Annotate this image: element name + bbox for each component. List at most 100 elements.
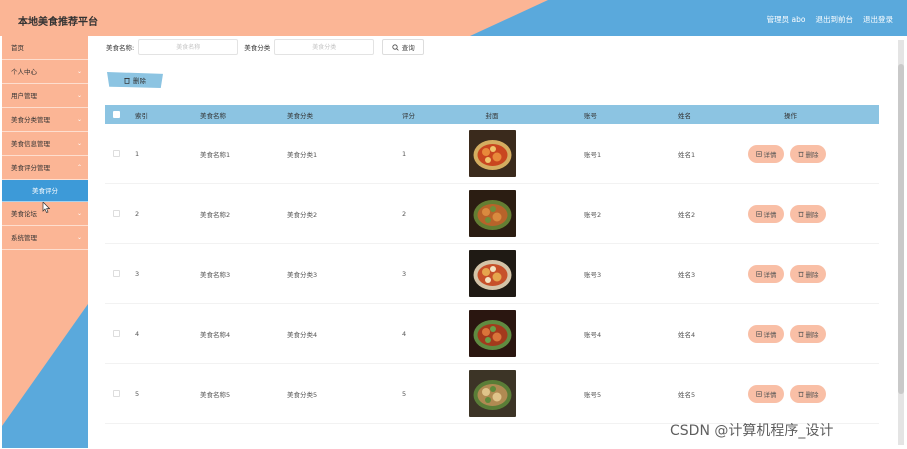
sidebar: 首页 个人中心 ⌄ 用户管理 ⌄ 美食分类管理 ⌄ 美食信息管理 ⌄ 美食评分管理 ⌃ 美…: [2, 36, 88, 448]
cell-actions: 详情 删除: [722, 264, 879, 283]
table-row: 4 美食名称4 美食分类4 4 账号4 姓名4 详情 删除: [105, 304, 879, 364]
row-checkbox[interactable]: [112, 330, 120, 337]
cell-account: 账号4: [584, 330, 602, 339]
detail-button[interactable]: 详情: [748, 384, 784, 403]
trash-icon: [797, 271, 804, 277]
watermark: CSDN @计算机程序_设计: [670, 423, 834, 439]
cell-food-name: 美食名称5: [200, 390, 231, 399]
detail-button[interactable]: 详情: [748, 324, 784, 343]
cell-name: 姓名2: [678, 210, 696, 219]
scrollbar-thumb[interactable]: [898, 64, 904, 394]
chevron-down-icon: ⌄: [76, 92, 82, 99]
sidebar-item-profile[interactable]: 个人中心 ⌄: [2, 60, 88, 84]
back-to-front-link[interactable]: 退出到前台: [816, 14, 854, 25]
cell-name: 姓名3: [678, 270, 696, 279]
header-index: 索引: [135, 111, 148, 120]
sidebar-item-food-category[interactable]: 美食分类管理 ⌄: [2, 108, 88, 132]
cell-index: 4: [135, 329, 140, 338]
document-icon: [755, 150, 762, 157]
table-row: 5 美食名称5 美食分类5 5 账号5 姓名5 详情 删除: [105, 364, 879, 424]
mouse-pointer-icon: [42, 202, 50, 213]
cell-score: 1: [402, 149, 407, 158]
sidebar-menu: 首页 个人中心 ⌄ 用户管理 ⌄ 美食分类管理 ⌄ 美食信息管理 ⌄ 美食评分管理 ⌃ 美…: [2, 36, 88, 250]
query-button-label: 查询: [401, 44, 415, 52]
cell-actions: 详情 删除: [722, 144, 879, 163]
detail-button-label: 详情: [763, 330, 777, 339]
select-all-cell: [105, 111, 127, 118]
food-category-label: 美食分类: [244, 44, 271, 52]
sidebar-item-system[interactable]: 系统管理 ⌄: [2, 226, 88, 250]
header-name: 姓名: [678, 111, 691, 120]
row-checkbox[interactable]: [112, 150, 120, 157]
document-icon: [755, 270, 762, 277]
cell-account: 账号1: [584, 150, 602, 159]
delete-button[interactable]: 删除: [790, 324, 826, 343]
detail-button-label: 详情: [763, 150, 777, 159]
delete-button[interactable]: 删除: [790, 204, 826, 223]
admin-label: 管理员 abo: [766, 15, 806, 24]
cell-account: 账号2: [584, 210, 602, 219]
row-checkbox[interactable]: [112, 270, 120, 277]
row-checkbox-cell: [105, 270, 127, 277]
select-all-checkbox[interactable]: [112, 111, 120, 118]
cell-food-name: 美食名称3: [200, 270, 231, 279]
header-food-category: 美食分类: [287, 111, 313, 120]
cell-account: 账号5: [584, 390, 602, 399]
row-checkbox-cell: [105, 150, 127, 157]
detail-button[interactable]: 详情: [748, 204, 784, 223]
row-checkbox[interactable]: [112, 210, 120, 217]
sidebar-item-label: 系统管理: [11, 234, 37, 242]
top-header: 本地美食推荐平台 管理员 abo 退出到前台 退出登录: [0, 0, 907, 36]
food-name-input[interactable]: [138, 39, 239, 55]
document-icon: [755, 210, 762, 217]
chevron-down-icon: ⌄: [76, 116, 82, 123]
chevron-up-icon: ⌃: [76, 164, 82, 171]
row-checkbox-cell: [105, 330, 127, 337]
row-checkbox-cell: [105, 390, 127, 397]
sidebar-item-rating-mgmt[interactable]: 美食评分管理 ⌃: [2, 156, 88, 180]
cell-food-category: 美食分类2: [287, 210, 318, 219]
delete-button[interactable]: 删除: [790, 384, 826, 403]
table-row: 2 美食名称2 美食分类2 2 账号2 姓名2 详情 删除: [105, 184, 879, 244]
batch-delete-label: 删除: [133, 77, 146, 85]
sidebar-item-home[interactable]: 首页: [2, 36, 88, 60]
delete-button-label: 删除: [805, 270, 819, 279]
cell-score: 5: [402, 389, 407, 398]
food-category-input[interactable]: [274, 39, 375, 55]
delete-button[interactable]: 删除: [790, 264, 826, 283]
query-button[interactable]: 查询: [382, 39, 425, 55]
cell-score: 2: [402, 209, 407, 218]
detail-button-label: 详情: [763, 210, 777, 219]
cell-index: 2: [135, 209, 140, 218]
detail-button-label: 详情: [763, 270, 777, 279]
detail-button[interactable]: 详情: [748, 264, 784, 283]
cell-score: 4: [402, 329, 407, 338]
food-image: [468, 130, 516, 177]
table-body: 1 美食名称1 美食分类1 1 账号1 姓名1 详情 删除 2 美食名称2 美食…: [105, 124, 879, 424]
delete-button-label: 删除: [805, 330, 819, 339]
sidebar-item-users[interactable]: 用户管理 ⌄: [2, 84, 88, 108]
search-icon: [392, 43, 399, 51]
food-image: [468, 250, 516, 297]
delete-button[interactable]: 删除: [790, 144, 826, 163]
cell-food-category: 美食分类1: [287, 150, 318, 159]
sidebar-item-label: 美食论坛: [11, 210, 37, 218]
trash-icon: [797, 151, 804, 157]
chevron-down-icon: ⌄: [76, 210, 82, 217]
cell-cover: [454, 190, 530, 237]
cell-actions: 详情 删除: [722, 324, 879, 343]
cell-index: 1: [135, 149, 140, 158]
trash-icon: [797, 391, 804, 397]
cell-food-name: 美食名称1: [200, 150, 231, 159]
sidebar-item-food-info[interactable]: 美食信息管理 ⌄: [2, 132, 88, 156]
food-name-label: 美食名称:: [106, 44, 135, 52]
sidebar-subitem-rating[interactable]: 美食评分: [2, 180, 88, 202]
detail-button[interactable]: 详情: [748, 144, 784, 163]
row-checkbox[interactable]: [112, 390, 120, 397]
cell-name: 姓名5: [678, 390, 696, 399]
batch-delete-button[interactable]: 删除: [107, 72, 163, 88]
cell-food-category: 美食分类3: [287, 270, 318, 279]
cell-cover: [454, 370, 530, 417]
page-scrollbar[interactable]: [898, 40, 904, 445]
logout-link[interactable]: 退出登录: [863, 14, 893, 25]
